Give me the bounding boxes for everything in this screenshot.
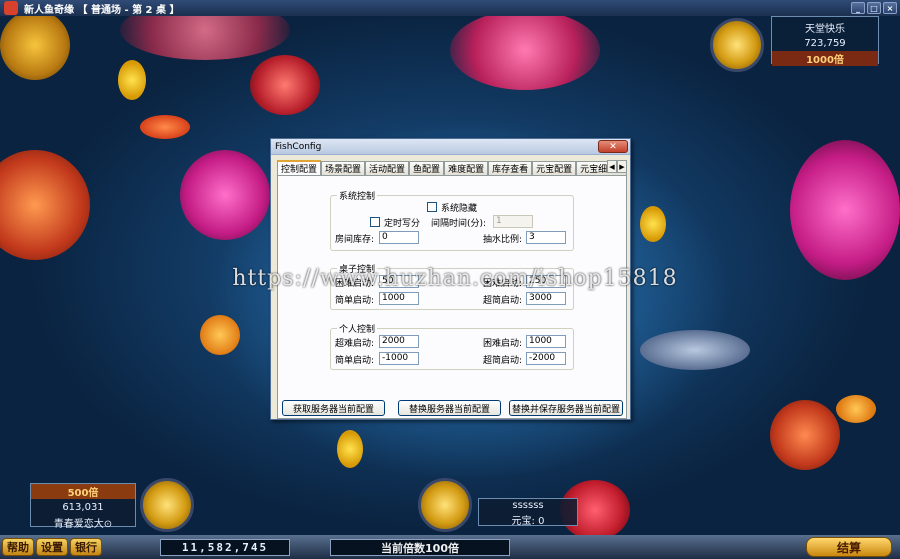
current-rate-display: 当前倍数100倍 [330,539,510,556]
tab-activity-config[interactable]: 活动配置 [365,161,410,175]
left-player-panel: 500倍 613,031 青春爱恋大⊙ [30,483,136,530]
room-stock-input[interactable]: 0 [379,231,419,244]
tab-scroll-left-icon[interactable]: ◀ [607,160,617,173]
settle-button[interactable]: 结算 [806,537,892,557]
system-hide-checkbox[interactable] [427,202,437,212]
coral-decoration [180,150,270,240]
cannon-icon [418,478,472,532]
timed-score-label: 定时写分 [384,219,421,229]
personal-easy-label: 简单启动: [335,356,375,366]
group-title: 桌子控制 [337,262,378,275]
system-control-group: 系统控制 系统隐藏 定时写分 间隔时间(分): 1 房间库存: 0 抽水比例: … [330,189,574,251]
personal-hard-input[interactable]: 1000 [526,335,566,348]
table-easy-label: 简单启动: [335,296,375,306]
replace-save-config-button[interactable]: 替换并保存服务器当前配置 [509,400,623,416]
replace-config-button[interactable]: 替换服务器当前配置 [398,400,501,416]
coral-decoration [250,55,320,115]
coral-decoration [790,140,900,280]
coral-decoration [0,150,90,260]
top-player-panel: 天堂快乐 723,759 1000倍 [771,16,879,66]
cannon-icon [710,18,764,72]
dialog-title-bar[interactable]: FishConfig ✕ [271,139,630,155]
personal-super-hard-input[interactable]: 2000 [379,335,419,348]
system-hide-label: 系统隐藏 [441,204,478,214]
fishconfig-dialog: FishConfig ✕ 控制配置 场景配置 活动配置 鱼配置 难度配置 库存查… [270,138,631,420]
tab-difficulty-config[interactable]: 难度配置 [444,161,489,175]
player-name: 天堂快乐 [805,24,845,35]
personal-super-easy-input[interactable]: -2000 [526,352,566,365]
table-super-easy-input[interactable]: 3000 [526,292,566,305]
pufferfish-icon [836,395,876,423]
tab-control-config[interactable]: 控制配置 [277,160,322,175]
group-title: 系统控制 [337,189,378,202]
personal-easy-input[interactable]: -1000 [379,352,419,365]
help-button[interactable]: 帮助 [2,538,34,556]
interval-label: 间隔时间(分): [431,219,487,229]
dialog-close-button[interactable]: ✕ [598,140,628,153]
player-score: 613,031 [62,502,104,513]
personal-control-group: 个人控制 超难启动: 2000 困难启动: 1000 简单启动: -1000 超… [330,322,574,370]
cannon-icon[interactable] [140,478,194,532]
coral-decoration [770,400,840,470]
score-display: 11,582,745 [160,539,290,556]
shark-icon [640,330,750,370]
table-hard-label: 困难启动: [335,279,375,289]
personal-super-hard-label: 超难启动: [335,339,375,349]
maximize-button[interactable]: □ [867,2,881,14]
coral-decoration [450,10,600,90]
personal-super-easy-label: 超简启动: [483,356,523,366]
settings-button[interactable]: 设置 [36,538,68,556]
table-difficult-label: 困难启动: [483,279,523,289]
tab-scene-config[interactable]: 场景配置 [321,161,366,175]
right-player-panel: ssssss 元宝: 0 [478,498,578,527]
dialog-title: FishConfig [275,141,322,152]
player-name: ssssss [512,500,544,511]
pufferfish-icon [200,315,240,355]
group-title: 个人控制 [337,322,378,335]
window-title-bar[interactable]: 新人鱼奇缘 【 普通场 - 第 2 桌 】 _ □ × [0,0,900,16]
tab-scroll-right-icon[interactable]: ▶ [617,160,627,173]
clownfish-icon [140,115,190,139]
player-name: 青春爱恋大⊙ [53,519,113,530]
bank-button[interactable]: 银行 [70,538,102,556]
player-bet: 1000倍 [772,51,878,66]
fetch-config-button[interactable]: 获取服务器当前配置 [282,400,385,416]
interval-input[interactable]: 1 [493,215,533,228]
room-stock-label: 房间库存: [335,235,375,245]
control-config-panel: 系统控制 系统隐藏 定时写分 间隔时间(分): 1 房间库存: 0 抽水比例: … [277,175,627,419]
player-score: 723,759 [804,38,846,49]
close-button[interactable]: × [883,2,897,14]
tab-fish-config[interactable]: 鱼配置 [409,161,445,175]
coral-decoration [0,10,70,80]
personal-hard-label: 困难启动: [483,339,523,349]
pump-ratio-input[interactable]: 3 [526,231,566,244]
yellow-fish-icon [640,206,666,242]
table-hard-input[interactable]: 50 [379,275,419,288]
table-difficult-input[interactable]: 250 [526,275,566,288]
tab-strip: 控制配置 场景配置 活动配置 鱼配置 难度配置 库存查看 元宝配置 元宝细节配 … [277,160,627,175]
yellow-fish-icon [118,60,146,100]
tab-stock-view[interactable]: 库存查看 [488,161,533,175]
window-title: 新人鱼奇缘 【 普通场 - 第 2 桌 】 [24,4,180,16]
timed-score-checkbox[interactable] [370,217,380,227]
pump-ratio-label: 抽水比例: [483,235,523,245]
yellow-fish-icon [337,430,363,468]
player-bet: 500倍 [31,484,135,499]
player-yuanbao: 元宝: 0 [511,516,545,527]
app-logo-icon [4,1,18,15]
table-super-easy-label: 超简启动: [483,296,523,306]
table-easy-input[interactable]: 1000 [379,292,419,305]
table-control-group: 桌子控制 困难启动: 50 困难启动: 250 简单启动: 1000 超简启动:… [330,262,574,310]
minimize-button[interactable]: _ [851,2,865,14]
tab-yuanbao-config[interactable]: 元宝配置 [532,161,577,175]
